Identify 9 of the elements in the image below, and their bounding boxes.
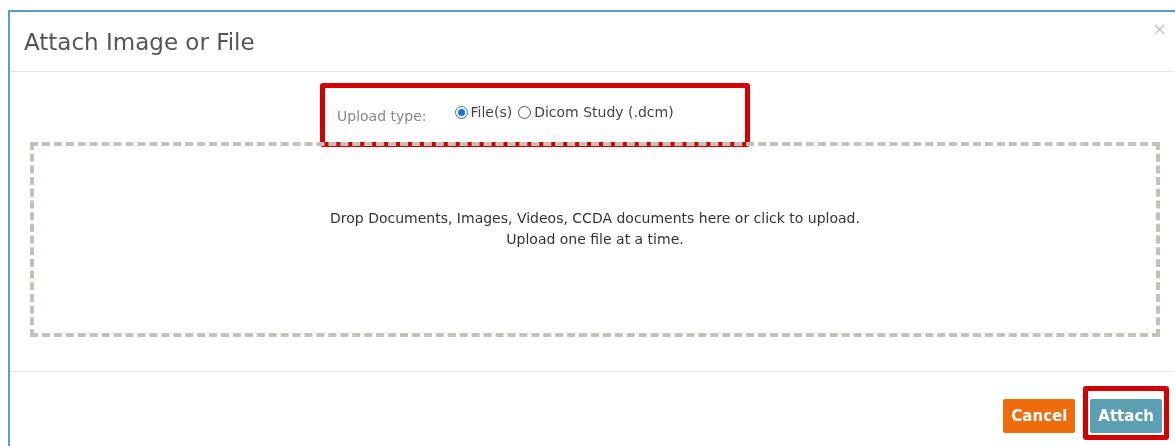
drop-instructions: Drop Documents, Images, Videos, CCDA documents here or click to upload. [330,210,860,226]
upload-type-label: Upload type: [337,108,427,124]
radio-label[interactable]: Dicom Study (.dcm) [534,104,674,120]
radio-button[interactable] [454,105,468,119]
radio-label[interactable]: File(s) [470,104,513,120]
drop-zone[interactable]: Drop Documents, Images, Videos, CCDA documents here or click to upload. Upload one file at a time. [30,142,1160,337]
radio-button[interactable] [518,105,532,119]
drop-instructions: Upload one file at a time. [506,231,684,247]
dialog-title: Attach Image or File [24,28,255,55]
